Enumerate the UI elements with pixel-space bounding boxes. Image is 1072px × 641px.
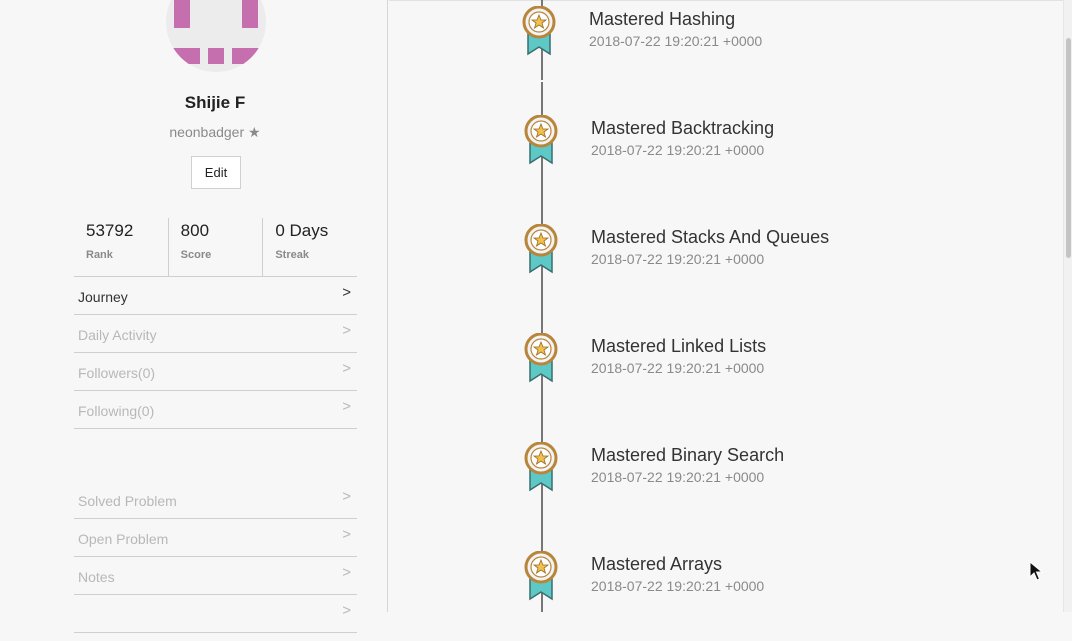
chevron-right-icon: >: [342, 322, 351, 339]
event-timestamp: 2018-07-22 19:20:21 +0000: [591, 360, 765, 376]
journey-timeline: Mastered Hashing 2018-07-22 19:20:21 +00…: [389, 0, 1063, 612]
medal-badge-icon: [524, 551, 558, 601]
timeline-event: Mastered Linked Lists 2018-07-22 19:20:2…: [389, 333, 1063, 423]
event-title: Mastered Binary Search: [591, 445, 785, 465]
event-timestamp: 2018-07-22 19:20:21 +0000: [591, 251, 765, 267]
primary-menu: Journey > Daily Activity > Followers(0) …: [74, 277, 357, 429]
stat-label: Rank: [86, 249, 113, 261]
menu-item-label: Open Problem: [78, 531, 169, 547]
edit-profile-button[interactable]: Edit: [191, 156, 241, 189]
menu-item-label: Notes: [78, 569, 115, 585]
menu-item-label: Solved Problem: [78, 493, 177, 509]
user-handle: neonbadger ★: [0, 124, 430, 141]
chevron-right-icon: >: [342, 526, 351, 543]
event-title: Mastered Hashing: [589, 9, 736, 29]
event-title: Mastered Linked Lists: [591, 336, 767, 356]
menu-item-solved-problem[interactable]: Solved Problem >: [74, 481, 357, 519]
menu-item-label: Journey: [78, 289, 128, 305]
panel-divider: [387, 0, 388, 612]
avatar[interactable]: [166, 0, 266, 72]
star-icon: ★: [248, 124, 261, 140]
menu-item-following[interactable]: Following(0) >: [74, 391, 357, 429]
user-display-name: Shijie F: [184, 93, 246, 112]
event-timestamp: 2018-07-22 19:20:21 +0000: [589, 33, 763, 49]
stat-value: 800: [180, 221, 210, 240]
stat-label: Score: [180, 249, 212, 261]
medal-badge-icon: [524, 442, 558, 492]
stat-streak: 0 Days Streak: [262, 218, 357, 276]
chevron-right-icon: >: [342, 360, 351, 377]
event-title: Mastered Arrays: [591, 554, 723, 574]
event-title: Mastered Stacks And Queues: [591, 227, 830, 247]
stat-score: 800 Score: [167, 218, 263, 276]
chevron-right-icon: >: [342, 398, 351, 415]
stat-rank: 53792 Rank: [74, 218, 168, 276]
menu-item-journey[interactable]: Journey >: [74, 277, 357, 315]
menu-item-label: Daily Activity: [78, 327, 157, 343]
event-timestamp: 2018-07-22 19:20:21 +0000: [591, 142, 765, 158]
chevron-right-icon: >: [342, 284, 351, 301]
medal-badge-icon: [524, 224, 558, 274]
medal-badge-icon: [524, 333, 558, 383]
event-timestamp: 2018-07-22 19:20:21 +0000: [591, 469, 765, 485]
scrollbar-thumb[interactable]: [1066, 38, 1071, 258]
mouse-cursor-icon: [1029, 561, 1043, 581]
stat-label: Streak: [275, 249, 309, 261]
chevron-right-icon: >: [342, 602, 351, 619]
event-title: Mastered Backtracking: [591, 118, 775, 138]
timeline-event: Mastered Hashing 2018-07-22 19:20:21 +00…: [389, 6, 1063, 96]
timeline-event: Mastered Binary Search 2018-07-22 19:20:…: [389, 442, 1063, 532]
profile-sidebar: Shijie F neonbadger ★ Edit 53792 Rank 80…: [0, 0, 387, 633]
username: neonbadger: [169, 124, 245, 140]
menu-item-followers[interactable]: Followers(0) >: [74, 353, 357, 391]
stats-panel: 53792 Rank 800 Score 0 Days Streak: [74, 218, 357, 277]
event-timestamp: 2018-07-22 19:20:21 +0000: [591, 578, 765, 594]
menu-item-partial[interactable]: >: [74, 595, 357, 633]
medal-badge-icon: [522, 6, 556, 56]
timeline-event: Mastered Stacks And Queues 2018-07-22 19…: [389, 224, 1063, 314]
timeline-event: Mastered Arrays 2018-07-22 19:20:21 +000…: [389, 551, 1063, 641]
stat-value: 53792: [86, 221, 134, 240]
menu-item-label: Followers(0): [78, 365, 156, 381]
timeline-event: Mastered Backtracking 2018-07-22 19:20:2…: [389, 115, 1063, 205]
secondary-menu: Solved Problem > Open Problem > Notes > …: [74, 481, 357, 633]
menu-item-daily-activity[interactable]: Daily Activity >: [74, 315, 357, 353]
medal-badge-icon: [524, 115, 558, 165]
menu-item-notes[interactable]: Notes >: [74, 557, 357, 595]
chevron-right-icon: >: [342, 488, 351, 505]
chevron-right-icon: >: [342, 564, 351, 581]
stat-value: 0 Days: [275, 221, 329, 240]
menu-item-open-problem[interactable]: Open Problem >: [74, 519, 357, 557]
menu-item-label: Following(0): [78, 403, 155, 419]
